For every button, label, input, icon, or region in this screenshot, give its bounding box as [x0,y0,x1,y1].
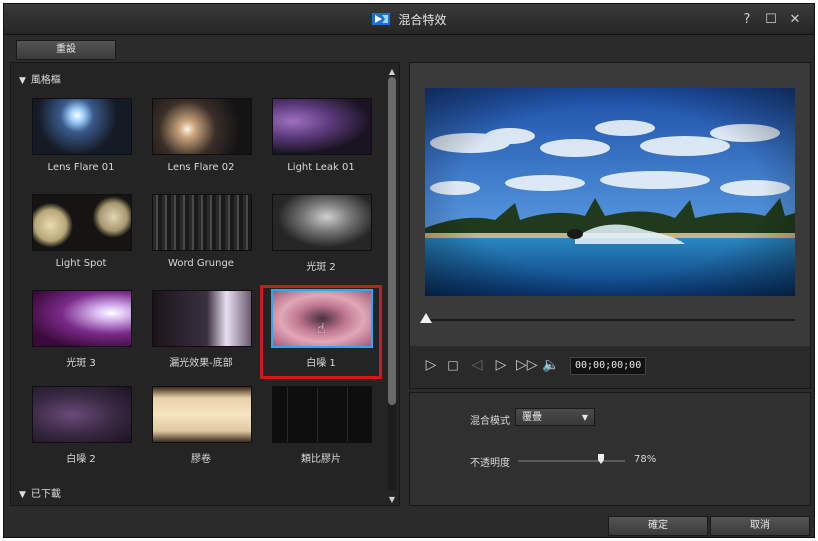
help-icon[interactable]: ? [740,12,754,27]
effect-item[interactable]: 光斑 3 [22,282,140,372]
maximize-icon[interactable]: ☐ [764,12,778,27]
effect-item[interactable]: 膠卷 [142,378,260,468]
effect-library-panel: ▼ 風格樞 Lens Flare 01 Lens Flare 02 Light Lea… [10,62,400,506]
play-icon[interactable]: ▷ [422,356,440,374]
title-bar: 混合特效 ? ☐ ✕ [4,4,814,35]
blend-settings-panel: 混合模式 覆疊 ▼ 不透明度 78% [409,392,811,506]
effect-item[interactable]: Light Spot [22,186,140,276]
playhead-handle[interactable] [420,313,432,323]
fast-forward-icon[interactable]: ▷▷ [516,356,538,374]
stop-icon[interactable]: □ [444,356,462,374]
opacity-slider-handle[interactable] [598,454,604,464]
blend-effect-dialog: 混合特效 ? ☐ ✕ 重設 ▼ 風格樞 Lens Flare 01 Lens Fla… [3,3,815,538]
cancel-button[interactable]: 取消 [710,516,810,536]
app-logo-icon [371,13,390,28]
category-style-label: 風格樞 [30,75,61,86]
effect-label: Light Spot [55,258,107,269]
collapse-triangle-icon: ▼ [19,490,26,500]
opacity-value: 78% [634,454,657,465]
effect-item[interactable]: Lens Flare 01 [22,90,140,180]
analog-film-thumbnail[interactable] [272,386,372,443]
effect-label: Light Leak 01 [287,162,355,173]
scroll-up-icon[interactable]: ▲ [387,67,397,77]
blend-mode-value: 覆疊 [522,412,542,423]
grunge-thumbnail[interactable] [152,194,252,251]
scroll-thumb[interactable] [388,77,396,405]
effect-label: Lens Flare 01 [47,162,115,173]
player-controls: ▷ □ ◁ ▷ ▷▷ 🔈 00;00;00;00 [410,346,810,388]
effect-item[interactable]: 漏光效果-底部 [142,282,260,372]
previous-frame-icon[interactable]: ◁ [468,356,486,374]
blend-mode-dropdown[interactable]: 覆疊 ▼ [515,408,595,426]
playback-timeline[interactable] [425,319,795,321]
effect-label: 光斑 2 [306,262,336,273]
effect-item[interactable]: Light Leak 01 [262,90,380,180]
lens-flare-thumbnail[interactable] [32,98,132,155]
close-icon[interactable]: ✕ [788,12,802,27]
opacity-slider-track[interactable] [518,460,625,462]
light-leak-thumbnail[interactable] [152,290,252,347]
category-style-header[interactable]: ▼ 風格樞 [19,71,61,86]
preview-panel: ▷ □ ◁ ▷ ▷▷ 🔈 00;00;00;00 [409,62,811,389]
library-scrollbar[interactable]: ▲ ▼ [387,67,397,505]
light-spot-thumbnail[interactable] [272,194,372,251]
light-spot-thumbnail[interactable] [32,194,132,251]
collapse-triangle-icon: ▼ [19,76,26,86]
effect-item[interactable]: 類比膠片 [262,378,380,468]
light-spot-thumbnail[interactable] [32,290,132,347]
scroll-down-icon[interactable]: ▼ [387,495,397,505]
preview-video [425,88,795,296]
effect-label: 膠卷 [191,454,211,465]
window-title: 混合特效 [398,13,447,27]
effect-item[interactable]: Word Grunge [142,186,260,276]
next-frame-icon[interactable]: ▷ [492,356,510,374]
opacity-label: 不透明度 [470,458,510,469]
reset-button[interactable]: 重設 [16,40,116,60]
effect-item[interactable]: 白噪 2 [22,378,140,468]
timecode-display: 00;00;00;00 [570,357,647,375]
effect-label: 光斑 3 [66,358,96,369]
effect-label: 漏光效果-底部 [169,358,233,369]
lens-flare-thumbnail[interactable] [152,98,252,155]
film-thumbnail[interactable] [152,386,252,443]
blend-mode-label: 混合模式 [470,416,510,427]
effect-label: 白噪 2 [66,454,96,465]
highlight-box [260,285,382,379]
effect-label: Lens Flare 02 [167,162,235,173]
effect-label: Word Grunge [168,258,234,269]
volume-icon[interactable]: 🔈 [542,356,560,374]
effect-item[interactable]: Lens Flare 02 [142,90,260,180]
category-downloaded-label: 已下載 [30,489,61,500]
noise-thumbnail[interactable] [32,386,132,443]
effect-item[interactable]: 光斑 2 [262,186,380,276]
chevron-down-icon: ▼ [581,413,588,422]
effect-label: 類比膠片 [301,454,341,465]
category-downloaded-header[interactable]: ▼ 已下載 [19,485,61,500]
light-leak-thumbnail[interactable] [272,98,372,155]
ok-button[interactable]: 確定 [608,516,708,536]
